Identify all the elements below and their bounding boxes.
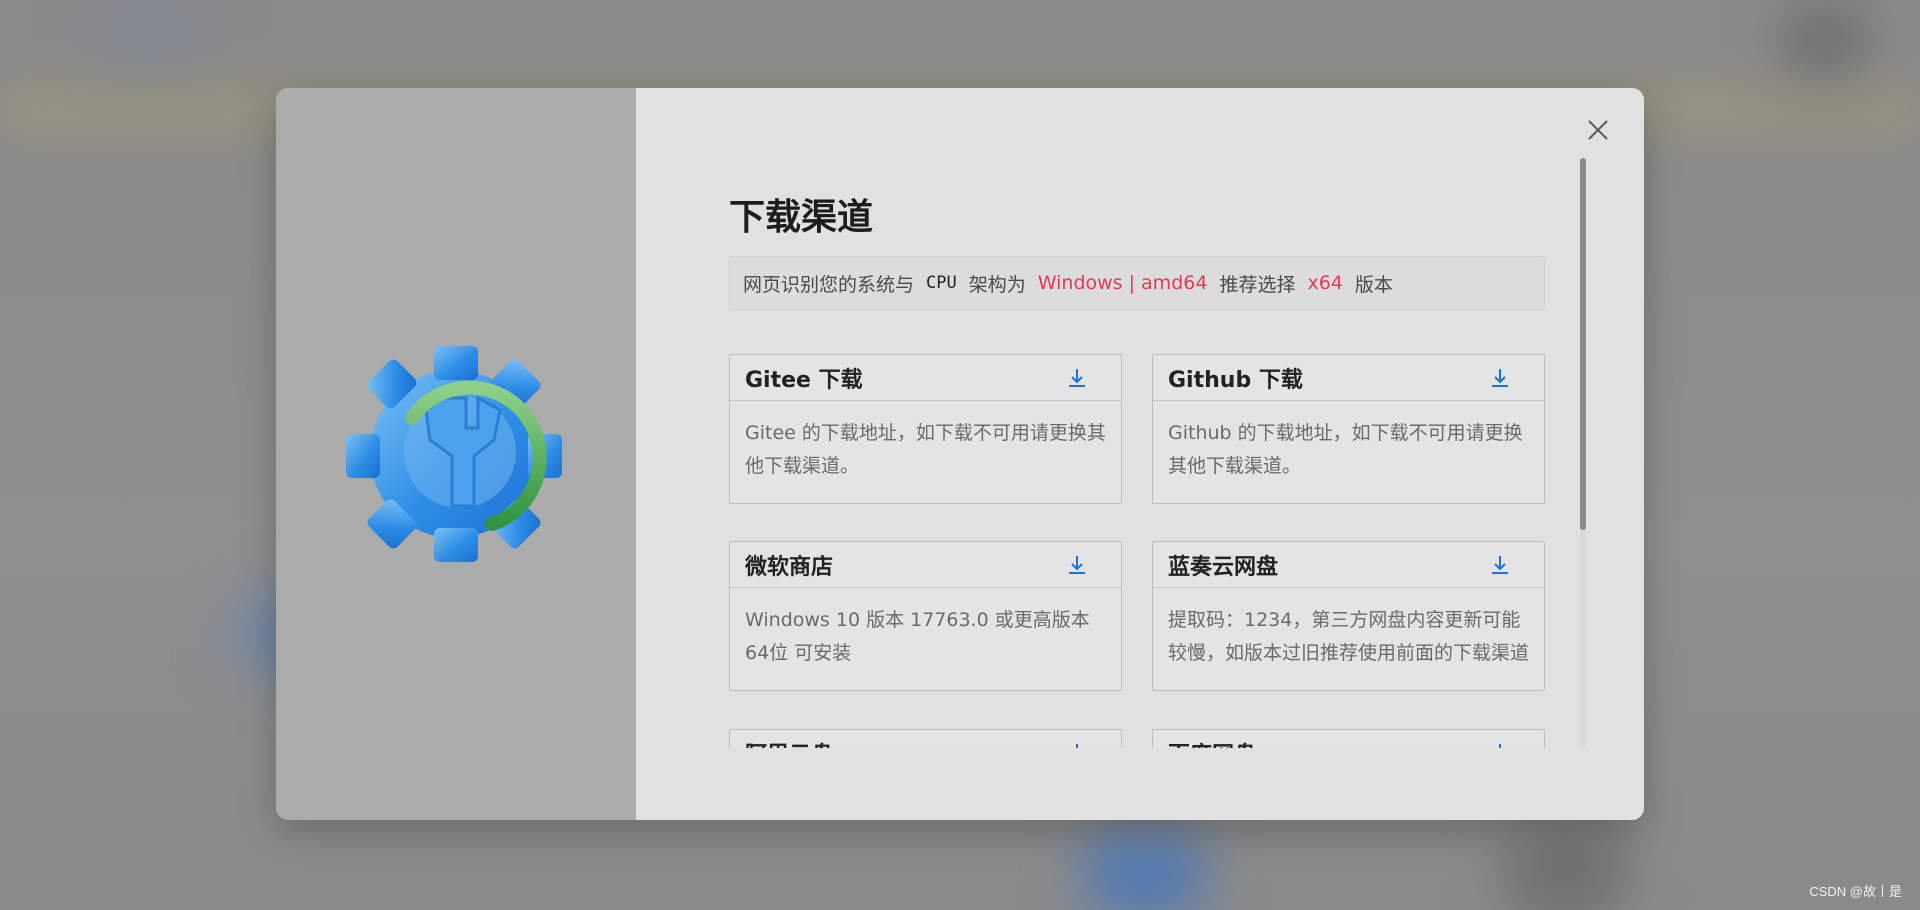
card-header: 微软商店: [730, 542, 1121, 588]
download-icon[interactable]: [1067, 554, 1087, 576]
download-icon[interactable]: [1067, 742, 1087, 749]
channel-card-ms-store[interactable]: 微软商店 Windows 10 版本 17763.0 或更高版本 64位 可安装: [729, 541, 1122, 691]
notice-version: x64: [1307, 272, 1343, 294]
channel-card-aliyun[interactable]: 阿里云盘: [729, 729, 1122, 748]
system-detect-notice: 网页识别您的系统与 CPU 架构为 Windows | amd64 推荐选择 x…: [729, 256, 1545, 310]
card-description: Gitee 的下载地址，如下载不可用请更换其他下载渠道。: [745, 422, 1106, 477]
background-blob: [1500, 830, 1630, 910]
close-icon[interactable]: [1584, 116, 1612, 144]
channel-card-lanzou[interactable]: 蓝奏云网盘 提取码：1234，第三方网盘内容更新可能较慢，如版本过旧推荐使用前面…: [1152, 541, 1545, 691]
watermark: CSDN @故丨是: [1809, 884, 1902, 899]
card-title: 蓝奏云网盘: [1168, 554, 1279, 580]
scrollbar-thumb[interactable]: [1580, 158, 1586, 530]
background-blob: [1780, 0, 1870, 80]
notice-suffix: 版本: [1354, 273, 1393, 296]
card-description: Windows 10 版本 17763.0 或更高版本 64位 可安装: [745, 609, 1090, 664]
card-header: Gitee 下载: [730, 355, 1121, 401]
card-title: 微软商店: [745, 554, 834, 580]
download-icon[interactable]: [1490, 554, 1510, 576]
card-title: 阿里云盘: [745, 737, 833, 749]
channel-card-github[interactable]: Github 下载 Github 的下载地址，如下载不可用请更换其他下载渠道。: [1152, 354, 1545, 504]
card-description: Github 的下载地址，如下载不可用请更换其他下载渠道。: [1168, 422, 1523, 477]
app-logo-icon: [346, 346, 562, 562]
dialog-main: 下载渠道 网页识别您的系统与 CPU 架构为 Windows | amd64 推…: [636, 88, 1644, 820]
download-channels-dialog: 下载渠道 网页识别您的系统与 CPU 架构为 Windows | amd64 推…: [276, 88, 1644, 820]
background-blob: [90, 0, 210, 60]
download-icon[interactable]: [1490, 367, 1510, 389]
notice-recommend: 推荐选择: [1219, 273, 1296, 296]
background-blob: [1080, 830, 1210, 910]
card-description: 提取码：1234，第三方网盘内容更新可能较慢，如版本过旧推荐使用前面的下载渠道: [1168, 609, 1530, 664]
card-header: 百度网盘: [1153, 730, 1544, 748]
dialog-sidebar: [276, 88, 636, 820]
card-title: Github 下载: [1168, 367, 1303, 393]
download-icon[interactable]: [1490, 742, 1510, 749]
card-header: Github 下载: [1153, 355, 1544, 401]
notice-prefix: 网页识别您的系统与: [743, 273, 915, 296]
dialog-title: 下载渠道: [729, 197, 874, 238]
download-icon[interactable]: [1067, 367, 1087, 389]
card-title: Gitee 下载: [745, 367, 863, 393]
card-header: 阿里云盘: [730, 730, 1121, 748]
card-title: 百度网盘: [1168, 737, 1256, 749]
notice-system: Windows | amd64: [1037, 272, 1208, 294]
dialog-content: 下载渠道 网页识别您的系统与 CPU 架构为 Windows | amd64 推…: [729, 88, 1545, 748]
channel-card-gitee[interactable]: Gitee 下载 Gitee 的下载地址，如下载不可用请更换其他下载渠道。: [729, 354, 1122, 504]
channel-card-baidu[interactable]: 百度网盘: [1152, 729, 1545, 748]
card-header: 蓝奏云网盘: [1153, 542, 1544, 588]
notice-cpu: CPU: [926, 273, 957, 293]
scrollbar[interactable]: [1580, 158, 1586, 748]
notice-mid: 架构为: [968, 273, 1026, 296]
